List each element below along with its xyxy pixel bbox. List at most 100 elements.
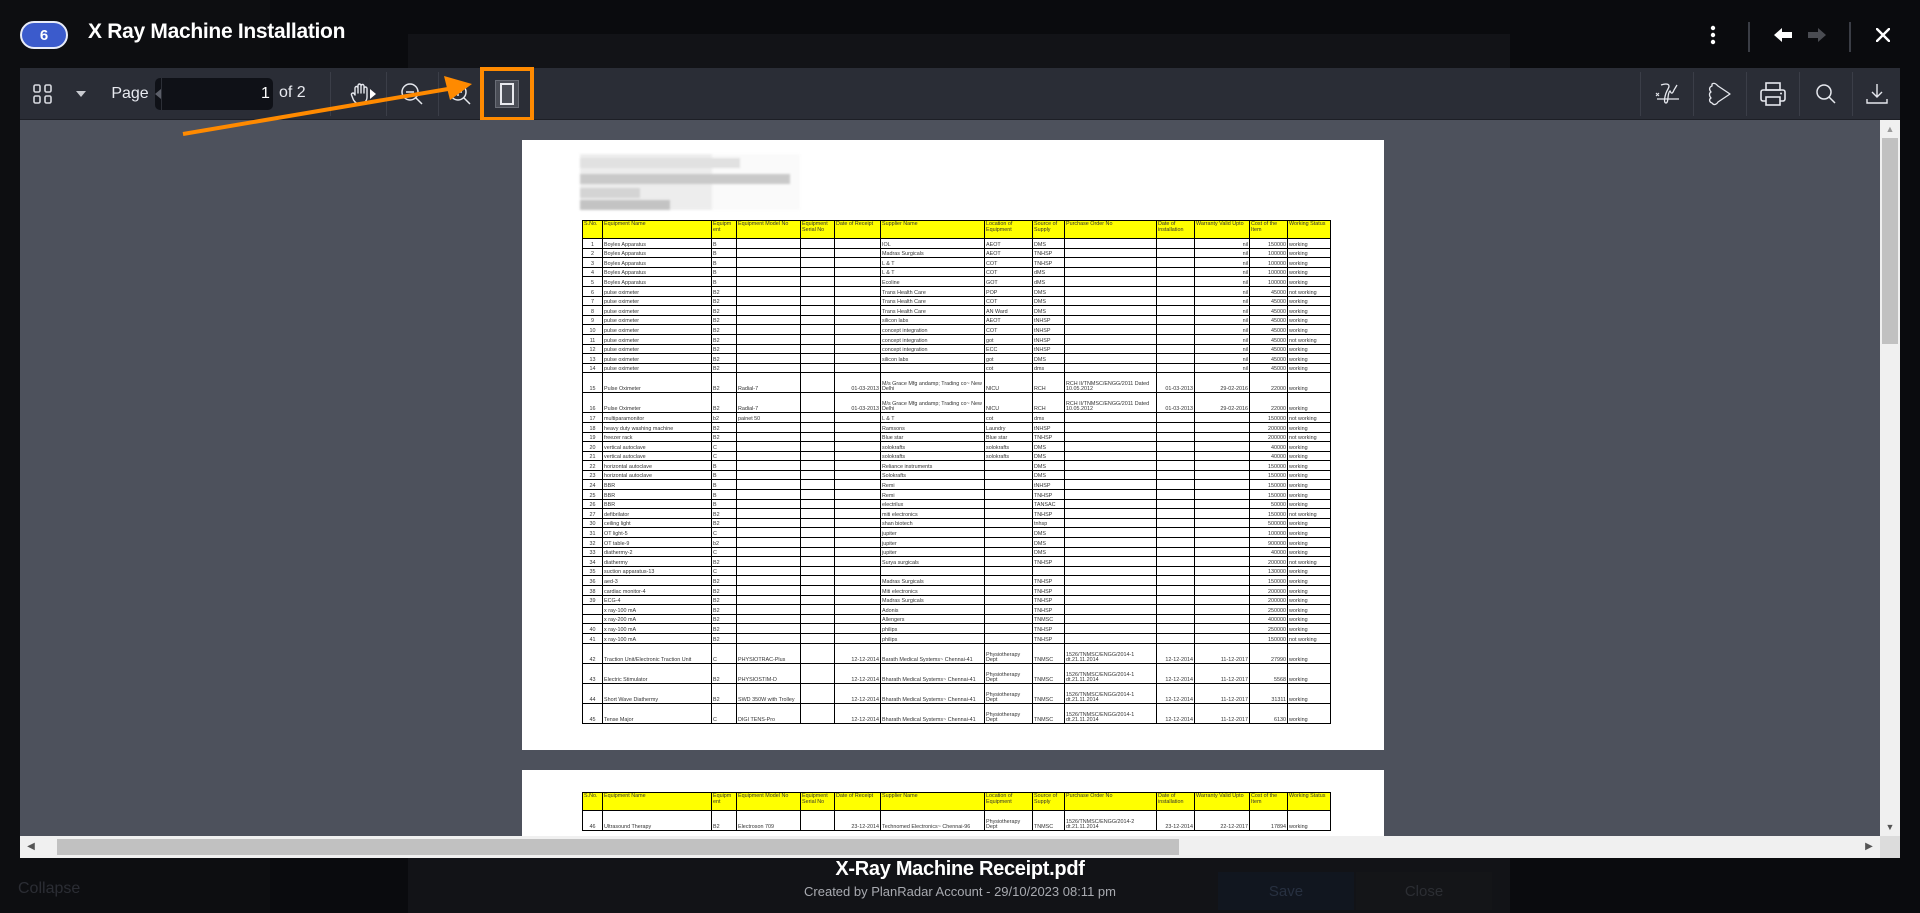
table-cell — [1064, 537, 1157, 548]
scroll-left-arrow[interactable]: ◀ — [26, 840, 36, 854]
table-cell: working — [1287, 460, 1331, 471]
table-cell: AN Ward — [984, 305, 1033, 316]
table-cell — [800, 276, 835, 287]
table-cell: B2 — [711, 392, 737, 414]
table-cell — [1064, 613, 1157, 625]
table-cell: working — [1287, 498, 1331, 510]
table-cell: 45000 — [1249, 314, 1288, 326]
download-button[interactable] — [1853, 68, 1900, 120]
scroll-down-arrow[interactable]: ▼ — [1884, 822, 1896, 832]
document-canvas[interactable]: S.No. Equipment Name Equipm ent Equipment M… — [20, 120, 1880, 836]
table-cell — [984, 527, 1033, 539]
table-cell — [800, 333, 835, 345]
zoom-in-button[interactable] — [440, 68, 480, 120]
table-cell — [1064, 469, 1157, 481]
table-row: 8 pulse oximeter B2 Trans Health Care AN War… — [582, 305, 1331, 316]
table-cell: Allengers — [880, 613, 985, 625]
chevron-left-icon — [155, 89, 161, 99]
table-cell — [1064, 421, 1157, 433]
vertical-scrollbar[interactable]: ▲ ▼ — [1880, 120, 1900, 836]
annotate-button[interactable] — [1694, 68, 1746, 120]
table-cell — [800, 594, 835, 606]
header-divider — [1849, 22, 1851, 52]
horizontal-scrollbar[interactable]: ◀ ▶ — [20, 836, 1880, 858]
table-cell: 11-12-2017 — [1194, 682, 1250, 704]
more-options-button[interactable] — [1698, 20, 1728, 50]
table-cell — [1064, 247, 1157, 259]
table-cell: Bharath Medical Systems~ Chennai-41 — [880, 682, 985, 704]
table-row: 45 Tense Major C DIGI TENS-Pro 12-12-2014 Bha… — [582, 702, 1331, 724]
close-viewer-button[interactable] — [1868, 20, 1898, 50]
table-cell: Tense Major — [602, 702, 712, 724]
scroll-up-arrow[interactable]: ▲ — [1884, 124, 1896, 134]
vertical-scroll-thumb[interactable] — [1882, 138, 1898, 344]
previous-attachment-button[interactable] — [1768, 20, 1798, 50]
table-cell: 1526/TNMSC/ENGG/2014-1 dt.21.11.2014 — [1064, 682, 1157, 704]
table-cell — [1064, 527, 1157, 539]
table-cell: AEOT — [984, 314, 1033, 326]
thumbnails-button[interactable] — [30, 68, 56, 120]
table-cell: x ray-100 mA — [602, 632, 712, 644]
file-name: X-Ray Machine Receipt.pdf — [835, 858, 1085, 880]
table-cell: 12 — [582, 343, 603, 355]
table-header-cell: Equipment Model No — [736, 220, 801, 239]
table-header-cell: Equipment Name — [602, 792, 712, 811]
table-cell: working — [1287, 537, 1331, 548]
table-cell: 45000 — [1249, 285, 1288, 297]
scroll-right-arrow[interactable]: ▶ — [1864, 840, 1874, 854]
next-attachment-button[interactable] — [1802, 20, 1832, 50]
table-cell: 12-12-2014 — [1156, 642, 1195, 664]
table-cell — [800, 556, 835, 567]
table-cell — [1064, 508, 1157, 519]
table-cell — [1064, 556, 1157, 567]
table-cell: TNMSC — [1032, 682, 1065, 704]
signature-button[interactable] — [1641, 68, 1693, 120]
previous-page-button[interactable] — [155, 78, 162, 110]
table-cell: B2 — [711, 295, 737, 307]
table-cell: BBR — [602, 498, 712, 510]
table-cell: 50000 — [1249, 498, 1288, 510]
table-cell: 100000 — [1249, 266, 1288, 278]
table-cell — [800, 295, 835, 307]
table-cell: B — [711, 479, 737, 491]
table-cell — [1156, 450, 1195, 462]
table-cell — [736, 257, 801, 268]
horizontal-scroll-thumb[interactable] — [57, 839, 1179, 855]
table-cell: working — [1287, 565, 1331, 577]
caret-down-icon — [76, 91, 86, 97]
table-cell — [1156, 324, 1195, 335]
table-cell: 22000 — [1249, 392, 1288, 414]
table-cell: cardiac monitor-4 — [602, 585, 712, 596]
table-row: 44 Short Wave Diathermy B2 SWD 350W with Tr… — [582, 682, 1331, 704]
table-cell: tNHSP — [1032, 343, 1065, 355]
table-cell: 6130 — [1249, 702, 1288, 724]
table-cell — [1064, 546, 1157, 558]
table-cell — [1156, 353, 1195, 364]
print-button[interactable] — [1747, 68, 1799, 120]
table-cell: ECG-4 — [602, 594, 712, 606]
search-button[interactable] — [1800, 68, 1852, 120]
table-cell: Radial-7 — [736, 372, 801, 394]
equipment-table-page-2: S.No. Equipment Name Equipm ent Equipment M… — [582, 792, 1331, 831]
table-cell: 10 — [582, 324, 603, 335]
table-cell: Blue star — [984, 431, 1033, 443]
table-cell: TANSAC — [1032, 498, 1065, 510]
table-cell — [736, 247, 801, 259]
table-cell: Barath Medical Systems~ Chennai-41 — [880, 642, 985, 664]
table-cell: not working — [1287, 431, 1331, 443]
zoom-out-button[interactable] — [388, 68, 436, 120]
table-cell: pulse oximeter — [602, 343, 712, 355]
table-cell — [1064, 295, 1157, 307]
pan-tool-button[interactable] — [338, 68, 384, 120]
table-cell: 250000 — [1249, 604, 1288, 615]
table-cell — [834, 623, 881, 634]
table-header-cell: Warranty Valid Upto — [1194, 220, 1250, 239]
table-cell: 22000 — [1249, 372, 1288, 394]
view-mode-dropdown[interactable] — [72, 68, 90, 120]
table-cell: 11-12-2017 — [1194, 642, 1250, 664]
table-cell: B2 — [711, 682, 737, 704]
table-cell — [1064, 276, 1157, 287]
table-cell — [834, 247, 881, 259]
table-row: 35 suction apparatus-13 C 130000 working — [582, 565, 1331, 577]
table-cell: working — [1287, 392, 1331, 414]
